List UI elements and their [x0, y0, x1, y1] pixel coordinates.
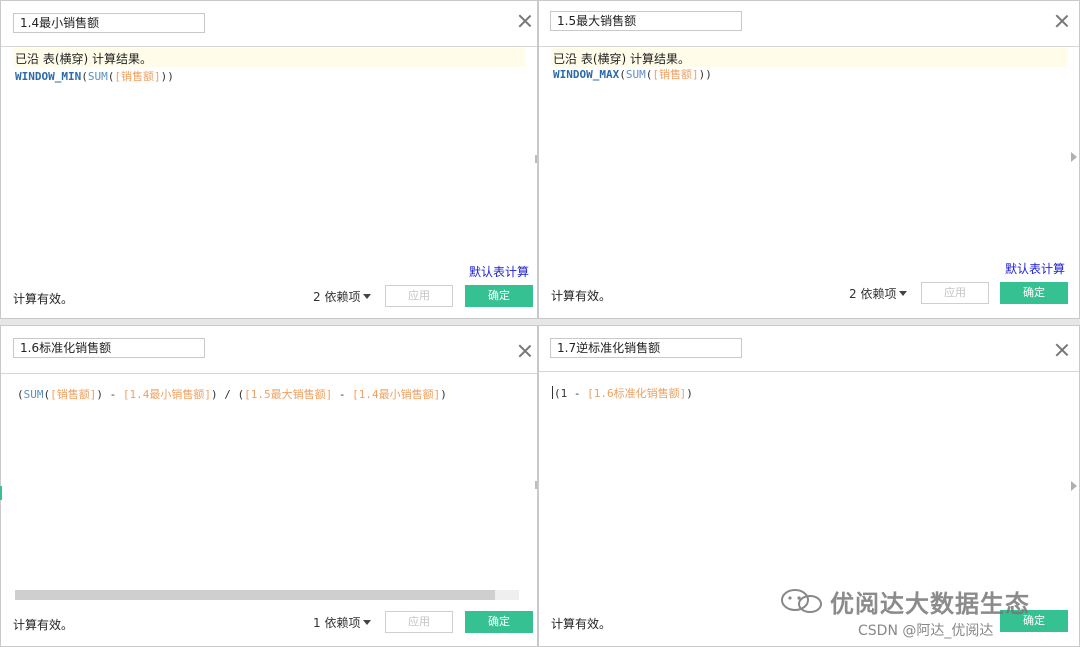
dependencies-label: 2 依赖项 — [849, 287, 897, 301]
function-name: SUM — [23, 388, 44, 401]
status-text: 计算有效。 — [551, 289, 612, 303]
function-name: WINDOW_MAX — [553, 68, 620, 81]
close-icon[interactable] — [1054, 342, 1070, 358]
field-ref: [销售额] — [652, 68, 699, 81]
formula-editor[interactable]: WINDOW_MIN(SUM([销售额])) — [15, 68, 174, 84]
edge-marker — [0, 486, 2, 500]
calc-name-input[interactable]: 1.5最大销售额 — [550, 11, 742, 31]
watermark-text: 优阅达大数据生态 — [830, 590, 1030, 618]
dependencies-dropdown[interactable]: 2 依赖项 — [849, 285, 908, 302]
default-table-calc-link[interactable]: 默认表计算 — [469, 263, 529, 280]
function-name: SUM — [625, 68, 646, 81]
calc-dialog-normalized-sales: 1.6标准化销售额 (SUM([销售额]) - [1.4最小销售额]) / ([… — [0, 325, 538, 647]
formula-editor[interactable]: WINDOW_MAX(SUM([销售额])) — [553, 66, 712, 82]
close-icon[interactable] — [517, 13, 533, 29]
close-icon[interactable] — [1054, 13, 1070, 29]
info-text: 已沿 表(横穿) 计算结果。 — [15, 52, 152, 66]
calc-dialog-min-sales: 1.4最小销售额 已沿 表(横穿) 计算结果。 WINDOW_MIN(SUM([… — [0, 0, 538, 319]
field-ref: [1.4最小销售额] — [122, 388, 211, 401]
dependencies-dropdown[interactable]: 2 依赖项 — [313, 288, 372, 305]
close-icon[interactable] — [517, 343, 533, 359]
field-ref: [1.4最小销售额] — [352, 388, 441, 401]
status-text: 计算有效。 — [551, 617, 612, 631]
status-text: 计算有效。 — [13, 618, 74, 632]
field-ref: [1.6标准化销售额] — [587, 387, 687, 400]
ok-button[interactable]: 确定 — [465, 611, 533, 633]
ok-button[interactable]: 确定 — [1000, 282, 1068, 304]
field-ref: [1.5最大销售额] — [244, 388, 333, 401]
dependencies-label: 1 依赖项 — [313, 616, 361, 630]
info-banner: 已沿 表(横穿) 计算结果。 — [551, 48, 1067, 67]
divider — [1, 46, 537, 47]
dependencies-label: 2 依赖项 — [313, 290, 361, 304]
function-name: SUM — [87, 70, 108, 83]
wechat-logo-icon — [781, 589, 822, 613]
calc-name-input[interactable]: 1.4最小销售额 — [13, 13, 205, 33]
default-table-calc-link[interactable]: 默认表计算 — [1005, 260, 1065, 277]
status-text: 计算有效。 — [13, 292, 74, 306]
info-banner: 已沿 表(横穿) 计算结果。 — [13, 48, 525, 67]
info-text: 已沿 表(横穿) 计算结果。 — [553, 52, 690, 66]
chevron-down-icon — [363, 620, 372, 625]
expand-arrow-icon[interactable] — [1071, 152, 1077, 162]
ok-button[interactable]: 确定 — [465, 285, 533, 307]
apply-button[interactable]: 应用 — [385, 285, 453, 307]
horizontal-scrollbar[interactable] — [15, 590, 519, 600]
scrollbar-thumb[interactable] — [15, 590, 495, 600]
calc-name-input[interactable]: 1.6标准化销售额 — [13, 338, 205, 358]
function-name: WINDOW_MIN — [15, 70, 82, 83]
resize-handle[interactable] — [535, 481, 537, 489]
apply-button[interactable]: 应用 — [921, 282, 989, 304]
calc-dialog-max-sales: 1.5最大销售额 已沿 表(横穿) 计算结果。 WINDOW_MAX(SUM([… — [538, 0, 1080, 319]
apply-button[interactable]: 应用 — [385, 611, 453, 633]
formula-editor[interactable]: (SUM([销售额]) - [1.4最小销售额]) / ([1.5最大销售额] … — [17, 386, 447, 402]
chevron-down-icon — [899, 291, 908, 296]
field-ref: [销售额] — [50, 388, 97, 401]
calc-name-input[interactable]: 1.7逆标准化销售额 — [550, 338, 742, 358]
chevron-down-icon — [363, 294, 372, 299]
dependencies-dropdown[interactable]: 1 依赖项 — [313, 614, 372, 631]
divider — [539, 46, 1079, 47]
expand-arrow-icon[interactable] — [1071, 481, 1077, 491]
formula-editor[interactable]: (1 - [1.6标准化销售额]) — [552, 385, 693, 401]
field-ref: [销售额] — [114, 70, 161, 83]
resize-handle[interactable] — [535, 155, 537, 163]
divider — [539, 371, 1079, 372]
csdn-credit: CSDN @阿达_优阅达 — [858, 623, 994, 639]
watermark: 优阅达大数据生态 — [780, 582, 1080, 622]
text-cursor — [552, 386, 553, 399]
divider — [1, 373, 537, 374]
